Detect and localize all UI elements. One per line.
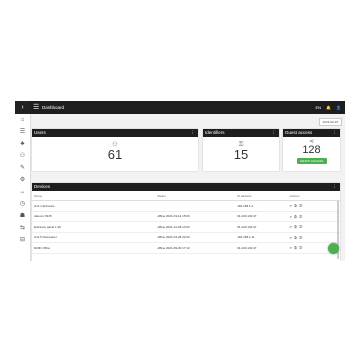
users-count: 61 bbox=[107, 147, 123, 162]
devices-card: Devices ⋮ Name Status IP address Actions … bbox=[32, 183, 340, 261]
devices-table: Name Status IP address Actions Unit 1 En… bbox=[32, 191, 340, 254]
users-icon[interactable]: ⚇ bbox=[299, 203, 304, 208]
device-status: offline 2021-09-30 17:13 bbox=[155, 242, 236, 254]
language-selector[interactable]: EN bbox=[315, 101, 321, 114]
device-name: Unit 1 Entrance bbox=[32, 200, 156, 212]
device-name: Akuvox X915 bbox=[32, 211, 156, 222]
home-icon[interactable]: ⌂ bbox=[15, 114, 30, 126]
column-header[interactable]: Name bbox=[32, 191, 156, 201]
identifiers-card: Identifiers ⋮ ⚿ 15 bbox=[203, 129, 279, 171]
swap-icon[interactable]: ⇆ bbox=[15, 222, 30, 234]
settings-icon[interactable]: ⚙ bbox=[15, 174, 30, 186]
guest-access-card: Guest access ⋮ ⋖ 128 GRANT ACCESS bbox=[283, 129, 340, 171]
panel-icon[interactable]: ⊟ bbox=[15, 234, 30, 246]
users-icon[interactable]: ⚇ bbox=[15, 150, 30, 162]
device-status: offline 2021-03-12 15:03 bbox=[155, 211, 236, 222]
device-name: Unit 6 Doorpanel bbox=[32, 232, 156, 243]
more-icon[interactable]: ⋮ bbox=[333, 183, 338, 191]
sidebar-toggle-button[interactable]: › bbox=[15, 101, 30, 114]
device-ip: 192.168.1.11 bbox=[235, 232, 288, 243]
top-bar: ☰ Dashboard EN 🔔 👤 bbox=[30, 101, 345, 114]
date-filter[interactable]: 2023-02-15 bbox=[318, 118, 342, 126]
device-ip: 91.220.103.47 bbox=[235, 221, 288, 233]
column-header[interactable]: Status bbox=[155, 191, 236, 201]
device-ip: 91.220.103.47 bbox=[235, 242, 288, 254]
page-title: Dashboard bbox=[42, 105, 65, 110]
list-icon[interactable]: ☰ bbox=[15, 126, 30, 138]
devices-card-title: Devices bbox=[34, 184, 51, 189]
grant-access-button[interactable]: GRANT ACCESS bbox=[296, 158, 327, 164]
device-status: offline 2021-12-28 14:03 bbox=[155, 221, 236, 233]
table-row[interactable]: Unit 6 Doorpanel offline 2021-03-28 22:0… bbox=[32, 232, 340, 243]
table-row[interactable]: Akuvox X915 offline 2021-03-12 15:03 91.… bbox=[32, 211, 340, 222]
users-icon[interactable]: ⚇ bbox=[299, 214, 304, 219]
column-header[interactable]: IP address bbox=[235, 191, 288, 201]
clock-icon[interactable]: ◷ bbox=[15, 198, 30, 210]
guest-count: 128 bbox=[302, 144, 321, 156]
device-name: R20K Office bbox=[32, 242, 156, 254]
device-name: Entrance panel 1.46 bbox=[32, 221, 156, 233]
users-icon[interactable]: ⚇ bbox=[299, 224, 304, 229]
more-icon[interactable]: ⋮ bbox=[333, 129, 338, 137]
device-status bbox=[155, 200, 236, 212]
user-icon[interactable]: 👤 bbox=[336, 101, 341, 114]
users-icon[interactable]: ⚇ bbox=[299, 235, 304, 240]
column-header: Actions bbox=[287, 191, 340, 201]
table-row[interactable]: R20K Office offline 2021-09-30 17:13 91.… bbox=[32, 242, 340, 254]
users-card-title: Users bbox=[34, 130, 46, 135]
table-row[interactable]: Entrance panel 1.46 offline 2021-12-28 1… bbox=[32, 221, 340, 233]
device-ip: 192.168.1.2 bbox=[235, 200, 288, 212]
users-card: Users ⋮ ⚇ 61 bbox=[32, 129, 198, 171]
app-window: › ⌂ ☰ ♣ ⚇ ✎ ⚙ ↔ ◷ ☗ ⇆ ⊟ ☰ Dashboard EN 🔔… bbox=[15, 101, 345, 261]
building-icon[interactable]: ☗ bbox=[15, 210, 30, 222]
devices-icon[interactable]: ♣ bbox=[15, 138, 30, 150]
users-icon[interactable]: ⚇ bbox=[299, 245, 304, 250]
edit-icon[interactable]: ✎ bbox=[15, 162, 30, 174]
bell-icon[interactable]: 🔔 bbox=[326, 101, 331, 114]
transfer-icon[interactable]: ↔ bbox=[15, 186, 30, 198]
more-icon[interactable]: ⋮ bbox=[191, 129, 196, 137]
sidebar: › ⌂ ☰ ♣ ⚇ ✎ ⚙ ↔ ◷ ☗ ⇆ ⊟ bbox=[15, 101, 31, 261]
table-row[interactable]: Unit 1 Entrance 192.168.1.2 ⌕⚙⚇ bbox=[32, 200, 340, 212]
identifiers-card-title: Identifiers bbox=[205, 130, 225, 135]
identifiers-count: 15 bbox=[233, 147, 249, 162]
guest-card-title: Guest access bbox=[285, 130, 313, 135]
menu-icon[interactable]: ☰ bbox=[33, 101, 39, 114]
add-button[interactable] bbox=[328, 243, 339, 254]
more-icon[interactable]: ⋮ bbox=[272, 129, 277, 137]
device-ip: 91.220.103.47 bbox=[235, 211, 288, 222]
device-status: offline 2021-03-28 22:03 bbox=[155, 232, 236, 243]
